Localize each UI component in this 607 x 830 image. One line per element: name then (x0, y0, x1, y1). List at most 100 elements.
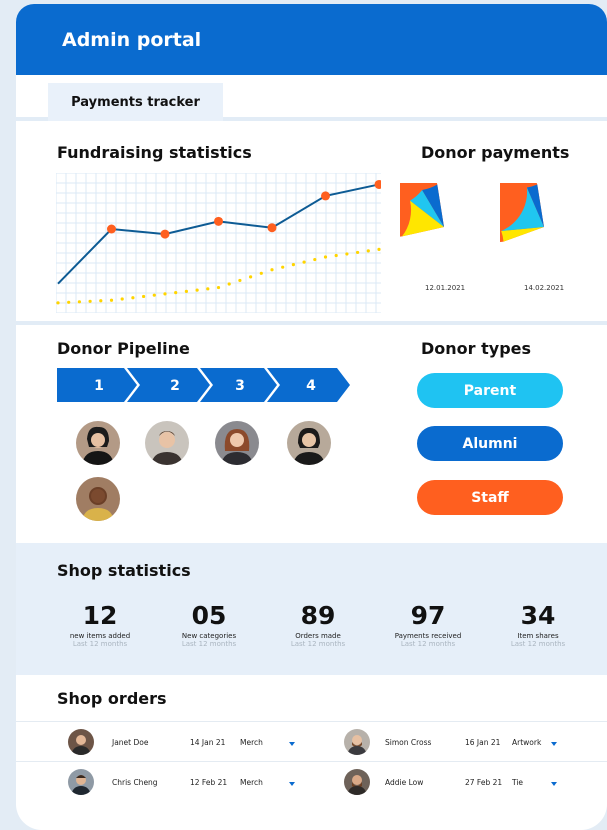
dotted-series-point (227, 282, 231, 286)
chevron-down-icon[interactable] (551, 742, 557, 746)
donor-avatar[interactable] (215, 421, 259, 465)
dotted-series-point (131, 296, 135, 300)
fundraising-chart-svg (56, 173, 381, 313)
dotted-series-point (377, 247, 381, 251)
donor-panel: Donor Pipeline Donor types 1 2 3 4 Paren… (16, 325, 607, 543)
stat-sublabel: Last 12 months (72, 640, 128, 648)
order-date: 16 Jan 21 (465, 738, 501, 747)
pie-2-date: 14.02.2021 (524, 284, 565, 292)
dotted-series-point (88, 299, 92, 303)
data-point (160, 229, 170, 239)
dotted-series-point (323, 255, 328, 259)
pie-chart-1 (400, 183, 444, 237)
stat-label: Payments received (394, 632, 462, 640)
dotted-series-point (67, 300, 71, 304)
table-row: Janet Doe 14 Jan 21 Merch Simon Cross 16… (16, 721, 607, 761)
stat-value: 12 (82, 601, 118, 630)
dotted-series-point (109, 298, 114, 302)
admin-portal-card: Admin portal Payments tracker Fundraisin… (16, 4, 607, 830)
stat-label: Item shares (517, 632, 559, 640)
stat-value: 34 (520, 601, 556, 630)
stat-new-items: 12 new items added Last 12 months (45, 601, 155, 648)
customer-avatar (68, 729, 94, 755)
data-point (214, 216, 223, 226)
pipeline-step-2[interactable] (127, 368, 210, 402)
dotted-series-point (334, 253, 338, 258)
donor-type-parent[interactable]: Parent (417, 373, 563, 408)
customer-avatar (68, 769, 94, 795)
dotted-series-point (184, 289, 188, 293)
order-name: Addie Low (385, 778, 424, 787)
order-date: 27 Feb 21 (465, 778, 503, 787)
stat-label: new items added (69, 632, 131, 640)
data-point (267, 223, 277, 233)
order-category: Merch (240, 778, 263, 787)
order-category: Artwork (512, 738, 542, 747)
dotted-series-point (56, 301, 60, 305)
order-category: Merch (240, 738, 263, 747)
dotted-series-point (356, 250, 360, 255)
stat-label: Orders made (295, 632, 341, 640)
donor-avatar[interactable] (287, 421, 331, 465)
fundraising-chart (56, 173, 381, 313)
statistics-panel: Fundraising statistics Donor payments 12… (16, 121, 607, 325)
pipeline-steps: 1 2 3 4 (57, 368, 350, 402)
stat-sublabel: Last 12 months (400, 640, 456, 648)
data-point (321, 191, 330, 201)
dotted-series-point (152, 293, 156, 297)
dotted-series-point (206, 287, 210, 291)
pie-1-date: 12.01.2021 (425, 284, 466, 292)
stat-orders-made: 89 Orders made Last 12 months (263, 601, 373, 648)
donor-avatar[interactable] (76, 477, 120, 521)
order-name: Janet Doe (112, 738, 149, 747)
dotted-series-point (142, 294, 146, 299)
table-row: Chris Cheng 12 Feb 21 Merch Addie Low 27… (16, 761, 607, 801)
donor-types-title: Donor types (421, 339, 532, 358)
dotted-series-point (291, 263, 295, 267)
chevron-down-icon[interactable] (289, 782, 295, 786)
pie-chart-2 (500, 183, 544, 242)
order-name: Chris Cheng (112, 778, 158, 787)
donor-type-alumni[interactable]: Alumni (417, 426, 563, 461)
dotted-series-point (120, 297, 124, 301)
order-name: Simon Cross (385, 738, 432, 747)
dotted-series-point (238, 278, 242, 283)
stat-sublabel: Last 12 months (290, 640, 346, 648)
donor-avatar[interactable] (76, 421, 120, 465)
shop-statistics-title: Shop statistics (57, 561, 191, 580)
dotted-series-point (302, 260, 306, 264)
donor-pipeline-title: Donor Pipeline (57, 339, 190, 358)
donor-type-staff[interactable]: Staff (417, 480, 563, 515)
stat-payments-received: 97 Payments received Last 12 months (373, 601, 483, 648)
dotted-series-point (270, 268, 274, 272)
stat-new-categories: 05 New categories Last 12 months (154, 601, 264, 648)
fundraising-title: Fundraising statistics (57, 143, 252, 162)
stat-value: 97 (410, 601, 446, 630)
dotted-series-point (216, 285, 221, 290)
customer-avatar (344, 729, 370, 755)
order-category: Tie (512, 778, 524, 787)
dotted-series-point (195, 288, 199, 292)
chevron-down-icon[interactable] (289, 742, 295, 746)
pipeline-step-1-label: 1 (94, 378, 104, 394)
chevron-down-icon[interactable] (551, 782, 557, 786)
header: Admin portal (16, 4, 607, 75)
donor-avatar[interactable] (145, 421, 189, 465)
pipeline-step-4-label: 4 (306, 378, 316, 394)
dotted-series-point (366, 249, 370, 253)
stat-value: 05 (191, 601, 227, 630)
tab-payments-tracker[interactable]: Payments tracker (48, 83, 223, 121)
stat-sublabel: Last 12 months (510, 640, 566, 648)
pipeline-step-3-label: 3 (235, 378, 245, 394)
data-point (107, 224, 116, 234)
dotted-series-point (345, 252, 349, 256)
dotted-series-point (99, 299, 103, 303)
stat-item-shares: 34 Item shares Last 12 months (483, 601, 593, 648)
donor-payments-title: Donor payments (421, 143, 570, 162)
order-date: 12 Feb 21 (190, 778, 228, 787)
dotted-series-point (77, 300, 81, 304)
stat-sublabel: Last 12 months (181, 640, 237, 648)
data-point (374, 179, 381, 189)
shop-statistics-panel: Shop statistics 12 new items added Last … (16, 543, 607, 675)
dotted-series-point (163, 292, 167, 296)
